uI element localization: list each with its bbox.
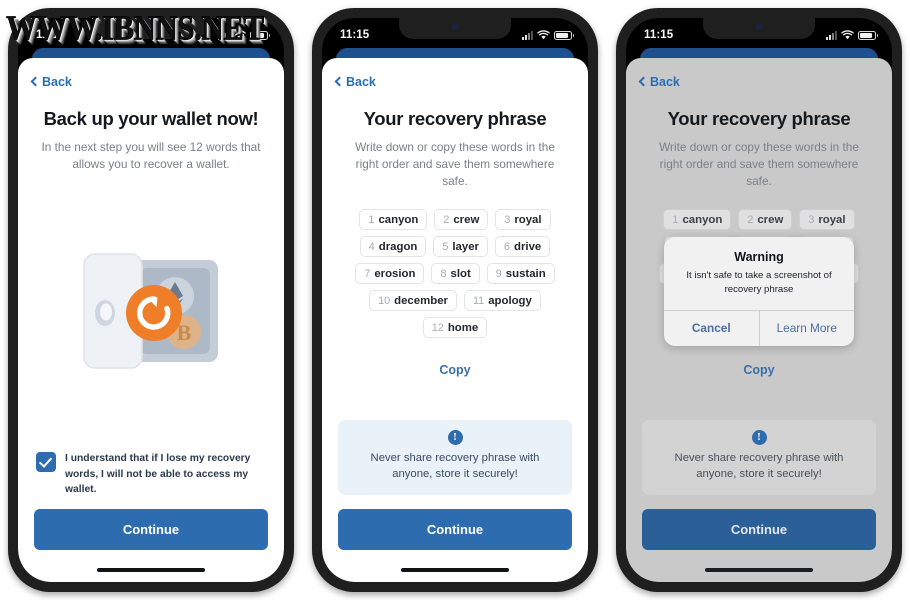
recovery-word-chip[interactable]: 7erosion xyxy=(355,263,425,285)
modal-card-1: Back Back up your wallet now! In the nex… xyxy=(18,58,284,582)
status-bar-icons xyxy=(522,30,574,40)
recovery-word-index: 11 xyxy=(472,294,485,307)
recovery-word-chip[interactable]: 5layer xyxy=(433,236,488,258)
screen-content-2: Your recovery phrase Write down or copy … xyxy=(322,92,588,568)
recovery-word-chip[interactable]: 2 crew xyxy=(434,209,489,231)
recovery-word-index: 1 xyxy=(368,213,375,226)
alert-title: Warning xyxy=(734,250,784,264)
recovery-word-chip[interactable]: 9sustain xyxy=(486,263,555,285)
page-title-2: Your recovery phrase xyxy=(363,108,547,129)
signal-bars-icon xyxy=(522,30,533,40)
recovery-word-index: 10 xyxy=(378,294,391,307)
recovery-words-list-2: 1 canyon 2 crew 3 royal 4 dragon 5 layer 6 drive 7 er… xyxy=(338,209,572,339)
recovery-word-index: 4 xyxy=(368,240,375,253)
security-banner-text: Never share recovery phrase with anyone,… xyxy=(370,452,540,481)
warning-alert-dialog: Warning It isn't safe to take a screensh… xyxy=(664,237,855,347)
alert-body: Warning It isn't safe to take a screensh… xyxy=(664,237,854,310)
alert-learn-more-button[interactable]: Learn More xyxy=(758,311,855,347)
phone-mockup-recovery-phrase: 11:15 Back Your recovery phrase Write do… xyxy=(312,8,598,592)
page-subtitle-2: Write down or copy these words in the ri… xyxy=(355,140,555,188)
screenshot-canvas: 11:15 Back Back up your wallet now! In t… xyxy=(0,0,910,600)
recovery-word-text: erosion xyxy=(374,267,416,280)
recovery-word-text: royal xyxy=(514,213,542,226)
continue-button-1[interactable]: Continue xyxy=(34,509,268,550)
recovery-word-index: 7 xyxy=(364,267,371,280)
alert-cancel-button[interactable]: Cancel xyxy=(664,311,759,346)
recovery-word-index: 3 xyxy=(504,213,511,226)
security-banner-2: ! Never share recovery phrase with anyon… xyxy=(338,420,572,495)
recovery-word-index: 9 xyxy=(495,267,502,280)
chevron-left-icon xyxy=(334,76,345,87)
modal-card-2: Back Your recovery phrase Write down or … xyxy=(322,58,588,582)
understand-checkbox[interactable] xyxy=(36,452,56,473)
alert-message: It isn't safe to take a screenshot of re… xyxy=(686,270,832,295)
safe-vault-with-crypto-coins-illustration: B xyxy=(83,253,218,369)
alert-overlay: Warning It isn't safe to take a screensh… xyxy=(626,18,892,582)
recovery-word-text: layer xyxy=(452,240,479,253)
recovery-word-text: home xyxy=(447,321,479,334)
recovery-word-chip[interactable]: 4dragon xyxy=(359,236,427,258)
recovery-word-text: sustain xyxy=(505,267,546,280)
back-label: Back xyxy=(42,75,72,89)
recovery-word-text: apology xyxy=(488,294,532,307)
chevron-left-icon xyxy=(30,76,41,87)
recovery-word-index: 12 xyxy=(431,321,444,334)
understand-checkbox-row[interactable]: I understand that if I lose my recovery … xyxy=(34,451,268,509)
recovery-word-chip[interactable]: 10december xyxy=(369,290,457,312)
alert-actions: Cancel Learn More xyxy=(664,310,855,347)
continue-button-2[interactable]: Continue xyxy=(338,509,572,550)
phone-screen-1: 11:15 Back Back up your wallet now! In t… xyxy=(18,18,284,582)
recovery-word-chip[interactable]: 11apology xyxy=(463,290,541,312)
recovery-word-chip[interactable]: 1 canyon xyxy=(359,209,428,231)
back-label: Back xyxy=(346,75,376,89)
illustration-wrap: B xyxy=(34,173,268,452)
front-camera-icon xyxy=(451,23,459,30)
page-title-1: Back up your wallet now! xyxy=(43,108,259,129)
recovery-word-chip[interactable]: 6drive xyxy=(495,236,551,258)
phone-mockup-backup-wallet: 11:15 Back Back up your wallet now! In t… xyxy=(8,8,294,592)
phone-screen-3: 11:15 Back Your recovery phrase Write do… xyxy=(626,18,892,582)
notch xyxy=(399,18,511,39)
recovery-word-text: december xyxy=(394,294,448,307)
recovery-word-index: 6 xyxy=(504,240,511,253)
recovery-word-chip[interactable]: 12home xyxy=(422,317,488,339)
phone-mockup-recovery-phrase-warning: 11:15 Back Your recovery phrase Write do… xyxy=(616,8,902,592)
back-button-1[interactable]: Back xyxy=(18,58,284,92)
recovery-word-text: canyon xyxy=(378,213,419,226)
phone-screen-2: 11:15 Back Your recovery phrase Write do… xyxy=(322,18,588,582)
back-button-2[interactable]: Back xyxy=(322,58,588,92)
recovery-word-index: 8 xyxy=(440,267,447,280)
info-exclamation-icon: ! xyxy=(447,430,463,446)
understand-checkbox-label: I understand that if I lose my recovery … xyxy=(65,453,251,495)
screen-content-1: Back up your wallet now! In the next ste… xyxy=(18,92,284,568)
recovery-word-text: slot xyxy=(450,267,471,280)
battery-icon xyxy=(554,30,574,40)
home-indicator-1 xyxy=(97,568,205,572)
site-watermark: WWW.IBNNS.NET xyxy=(6,8,265,48)
recovery-word-text: drive xyxy=(514,240,542,253)
recovery-word-chip[interactable]: 3 royal xyxy=(495,209,551,231)
copy-button-2[interactable]: Copy xyxy=(338,363,572,377)
recovery-word-index: 5 xyxy=(442,240,449,253)
recovery-word-text: dragon xyxy=(378,240,418,253)
page-subtitle-1: In the next step you will see 12 words t… xyxy=(41,140,261,171)
recovery-word-index: 2 xyxy=(443,213,450,226)
home-indicator-2 xyxy=(401,568,509,572)
wifi-icon xyxy=(537,30,550,40)
recovery-word-chip[interactable]: 8slot xyxy=(431,263,480,285)
status-bar-time: 11:15 xyxy=(340,29,370,41)
recovery-word-text: crew xyxy=(453,213,480,226)
